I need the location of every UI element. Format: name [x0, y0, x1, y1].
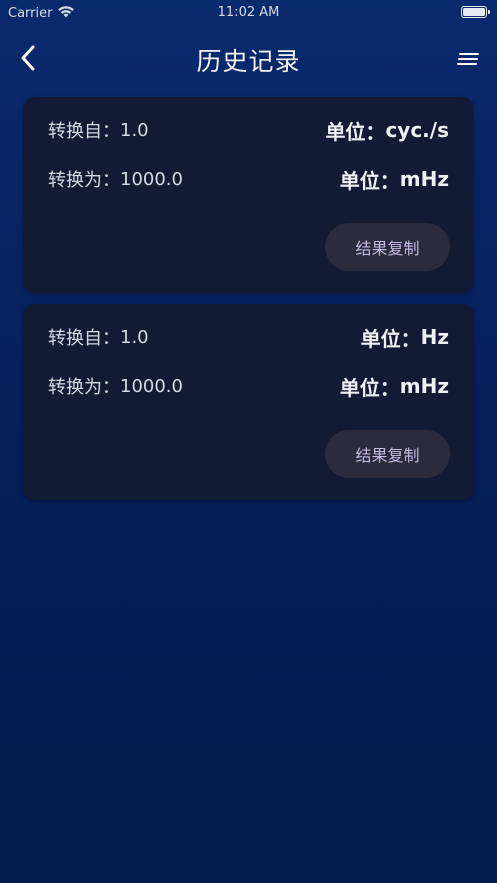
- history-card: 转换自： 1.0 单位： Hz 转换为： 1000.0 单位： mHz 结果复制: [23, 304, 474, 500]
- from-row: 转换自： 1.0 单位： Hz: [48, 322, 449, 352]
- from-row: 转换自： 1.0 单位： cyc./s: [48, 115, 449, 145]
- menu-lines-icon: [457, 51, 479, 70]
- history-list: 转换自： 1.0 单位： cyc./s 转换为： 1000.0 单位： mHz …: [23, 97, 474, 511]
- to-unit: mHz: [399, 167, 449, 191]
- nav-bar: 历史记录: [0, 26, 497, 90]
- from-unit-label: 单位：: [360, 326, 421, 351]
- copy-result-button[interactable]: 结果复制: [325, 223, 450, 271]
- to-value: 1000.0: [120, 168, 183, 190]
- page-title: 历史记录: [196, 47, 301, 76]
- status-bar: Carrier 11:02 AM: [0, 0, 497, 26]
- menu-button[interactable]: [453, 46, 483, 74]
- history-card: 转换自： 1.0 单位： cyc./s 转换为： 1000.0 单位： mHz …: [23, 97, 474, 293]
- from-group: 转换自： 1.0: [48, 117, 149, 143]
- from-value: 1.0: [120, 326, 149, 348]
- to-group: 转换为： 1000.0: [48, 373, 183, 399]
- to-unit-label: 单位：: [339, 168, 400, 193]
- to-label: 转换为：: [48, 170, 120, 191]
- to-row: 转换为： 1000.0 单位： mHz: [48, 164, 449, 194]
- to-row: 转换为： 1000.0 单位： mHz: [48, 371, 449, 401]
- to-unit-label: 单位：: [339, 375, 400, 400]
- battery-icon: [461, 6, 490, 18]
- to-label: 转换为：: [48, 377, 120, 398]
- to-value: 1000.0: [120, 375, 183, 397]
- to-unit-group: 单位： mHz: [340, 165, 449, 194]
- from-unit: cyc./s: [385, 118, 449, 142]
- copy-result-button[interactable]: 结果复制: [325, 430, 450, 478]
- from-unit-group: 单位： Hz: [361, 323, 449, 352]
- from-unit-label: 单位：: [325, 119, 386, 144]
- from-value: 1.0: [120, 119, 149, 141]
- to-unit-group: 单位： mHz: [340, 372, 449, 401]
- from-group: 转换自： 1.0: [48, 324, 149, 350]
- from-unit: Hz: [420, 325, 449, 349]
- from-label: 转换自：: [48, 121, 120, 142]
- from-label: 转换自：: [48, 328, 120, 349]
- to-group: 转换为： 1000.0: [48, 166, 183, 192]
- to-unit: mHz: [399, 374, 449, 398]
- status-time: 11:02 AM: [217, 5, 280, 20]
- from-unit-group: 单位： cyc./s: [325, 116, 449, 145]
